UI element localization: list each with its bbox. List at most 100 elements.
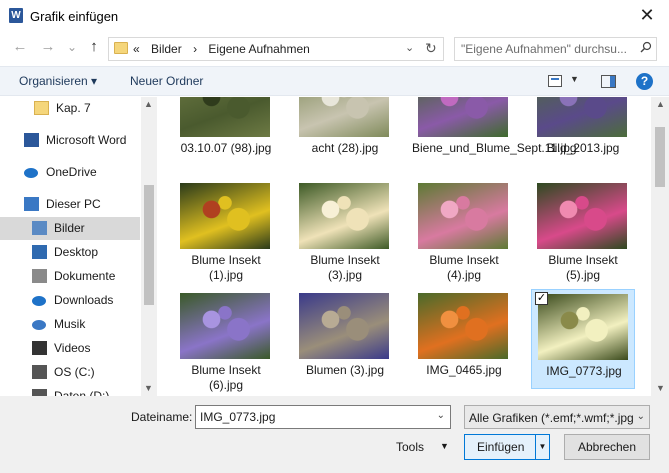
file-name: Blume Insekt (5).jpg — [548, 253, 618, 282]
sidebar-item-os-c[interactable]: OS (C:) — [0, 361, 140, 384]
file-list-scroll-thumb[interactable] — [655, 127, 665, 187]
back-button[interactable]: ← — [12, 38, 28, 55]
image-thumbnail[interactable] — [418, 97, 508, 137]
recent-locations-button[interactable]: ⌄ — [64, 40, 80, 54]
image-thumbnail[interactable] — [180, 183, 270, 249]
image-thumbnail[interactable] — [180, 97, 270, 137]
file-tile[interactable]: Blume Insekt (1).jpg — [174, 179, 278, 282]
file-tile[interactable]: Bild_2013.jpg — [531, 97, 635, 167]
filename-label: Dateiname: — [131, 410, 193, 424]
file-name: acht (28).jpg — [311, 141, 379, 155]
help-icon[interactable]: ? — [636, 73, 653, 90]
file-tile[interactable]: IMG_0465.jpg — [412, 289, 516, 389]
cloud-icon — [24, 168, 38, 178]
image-thumbnail[interactable] — [418, 183, 508, 249]
sidebar-item-label: OS (C:) — [54, 365, 95, 379]
file-list-scrollbar[interactable]: ▲ ▼ — [651, 97, 669, 396]
scroll-up-icon[interactable]: ▲ — [144, 99, 153, 109]
view-dropdown-icon[interactable]: ▼ — [570, 74, 579, 84]
sidebar-item-label: Desktop — [54, 245, 99, 259]
file-tile[interactable]: Blume Insekt (5).jpg — [531, 179, 635, 282]
file-tile[interactable]: Blume Insekt (6).jpg — [174, 289, 278, 392]
insert-dropdown-icon[interactable]: ▼ — [535, 435, 549, 459]
file-tile[interactable]: Biene_und_Blume_Sept.11.jpg — [412, 97, 577, 167]
sidebar-item-onedrive[interactable]: OneDrive — [0, 161, 140, 184]
video-icon — [32, 341, 47, 355]
chevron-down-icon[interactable]: ⌄ — [405, 41, 414, 54]
chevron-down-icon[interactable]: ⌄ — [437, 410, 445, 421]
sidebar-item-downloads[interactable]: Downloads — [0, 289, 140, 312]
file-type-select[interactable]: Alle Grafiken (*.emf;*.wmf;*.jpg ⌄ — [464, 405, 650, 429]
image-thumbnail[interactable] — [537, 183, 627, 249]
image-thumbnail[interactable] — [299, 183, 389, 249]
organize-button[interactable]: Organisieren ▾ — [19, 74, 97, 88]
chevron-down-icon[interactable]: ⌄ — [637, 411, 645, 422]
title-bar: W Grafik einfügen ✕ — [0, 0, 669, 32]
address-bar[interactable]: « Bilder › Eigene Aufnahmen ⌄ ↻ — [108, 37, 444, 61]
up-button[interactable]: ↑ — [86, 38, 102, 55]
folder-icon — [34, 101, 49, 115]
image-thumbnail[interactable] — [180, 293, 270, 359]
filename-value[interactable]: IMG_0773.jpg — [200, 410, 275, 424]
music-icon — [32, 320, 46, 330]
new-folder-button[interactable]: Neuer Ordner — [130, 74, 203, 88]
file-name: Blume Insekt (3).jpg — [310, 253, 380, 282]
tools-dropdown-icon[interactable]: ▼ — [440, 441, 449, 451]
filename-input[interactable]: IMG_0773.jpg ⌄ — [195, 405, 451, 429]
breadcrumb-eigene-aufnahmen[interactable]: Eigene Aufnahmen — [208, 42, 309, 56]
sidebar-scroll-thumb[interactable] — [144, 185, 154, 305]
file-tile[interactable]: Blume Insekt (4).jpg — [412, 179, 516, 282]
file-name: Bild_2013.jpg — [546, 141, 620, 155]
file-tile[interactable]: ✓ IMG_0773.jpg — [531, 289, 635, 389]
breadcrumb-separator-icon[interactable]: › — [193, 42, 197, 56]
file-tile[interactable]: Blume Insekt (3).jpg — [293, 179, 397, 282]
select-checkbox[interactable]: ✓ — [535, 292, 548, 305]
pictures-icon — [32, 221, 47, 235]
file-tile[interactable]: 03.10.07 (98).jpg — [174, 97, 278, 167]
scroll-down-icon[interactable]: ▼ — [656, 383, 665, 393]
sidebar-item-dieser-pc[interactable]: Dieser PC — [0, 193, 140, 216]
view-icon[interactable] — [548, 75, 562, 87]
sidebar-item-label: Microsoft Word — [46, 133, 127, 147]
folder-icon — [114, 42, 128, 54]
image-thumbnail[interactable] — [538, 294, 628, 360]
download-icon — [32, 296, 46, 306]
file-name: Blumen (3).jpg — [305, 363, 385, 377]
breadcrumb-bilder[interactable]: Bilder — [151, 42, 182, 56]
sidebar-scrollbar[interactable]: ▲ ▼ — [141, 97, 157, 396]
preview-pane-icon[interactable] — [601, 75, 616, 88]
cancel-button[interactable]: Abbrechen — [564, 434, 650, 460]
navigation-pane: Kap. 7 Microsoft Word OneDrive Dieser PC Bil… — [0, 97, 157, 396]
file-tile[interactable]: acht (28).jpg — [293, 97, 397, 167]
breadcrumb-overflow[interactable]: « — [133, 42, 140, 56]
sidebar-item-musik[interactable]: Musik — [0, 313, 140, 336]
file-tile[interactable]: Blumen (3).jpg — [293, 289, 397, 389]
sidebar-item-bilder[interactable]: Bilder — [0, 217, 140, 240]
scroll-up-icon[interactable]: ▲ — [656, 99, 665, 109]
image-thumbnail[interactable] — [418, 293, 508, 359]
scroll-down-icon[interactable]: ▼ — [144, 383, 153, 393]
sidebar-item-kap-7[interactable]: Kap. 7 — [0, 97, 140, 120]
breadcrumb: « Bilder › Eigene Aufnahmen — [133, 42, 318, 56]
refresh-icon[interactable]: ↻ — [425, 40, 437, 57]
file-name: Blume Insekt (4).jpg — [429, 253, 499, 282]
image-thumbnail[interactable] — [537, 97, 627, 137]
sidebar-item-dokumente[interactable]: Dokumente — [0, 265, 140, 288]
dialog-footer: Dateiname: IMG_0773.jpg ⌄ Alle Grafiken … — [0, 396, 669, 473]
sidebar-item-microsoft-word[interactable]: Microsoft Word — [0, 129, 140, 152]
sidebar-item-label: OneDrive — [46, 165, 97, 179]
tools-button[interactable]: Tools ▼ — [396, 440, 449, 454]
forward-button[interactable]: → — [40, 38, 56, 55]
sidebar-item-desktop[interactable]: Desktop — [0, 241, 140, 264]
sidebar-item-label: Bilder — [54, 221, 85, 235]
search-icon[interactable] — [640, 41, 652, 53]
insert-button[interactable]: Einfügen ▼ — [464, 434, 550, 460]
image-thumbnail[interactable] — [299, 293, 389, 359]
search-input[interactable]: "Eigene Aufnahmen" durchsu... — [454, 37, 657, 61]
sidebar-item-videos[interactable]: Videos — [0, 337, 140, 360]
sidebar-item-label: Musik — [54, 317, 86, 331]
image-thumbnail[interactable] — [299, 97, 389, 137]
sidebar-item-daten-d[interactable]: Daten (D:) — [0, 385, 140, 396]
close-button[interactable]: ✕ — [637, 4, 657, 26]
file-name: Blume Insekt (6).jpg — [191, 363, 261, 392]
